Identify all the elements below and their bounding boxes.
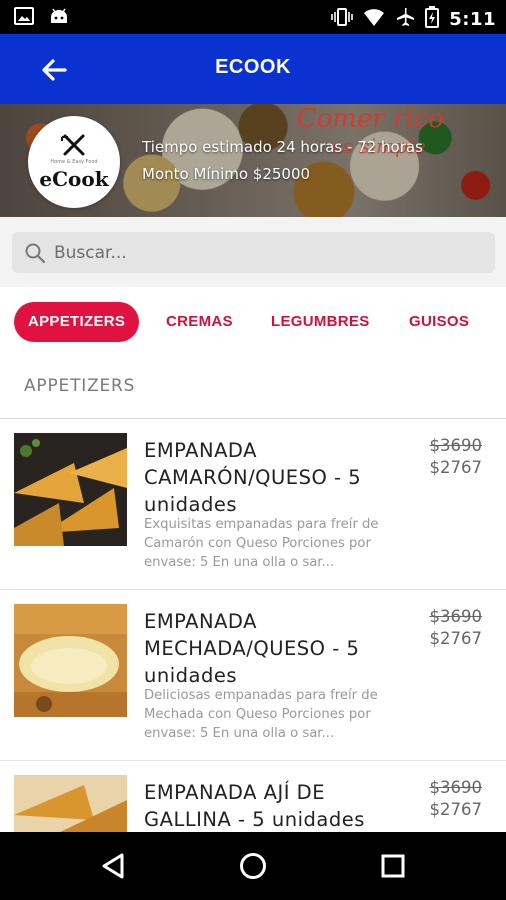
tab-cremas[interactable]: CREMAS [166, 302, 233, 342]
nav-recents-button[interactable] [377, 850, 409, 882]
home-circle-icon [240, 853, 266, 879]
page-title: ECOOK [215, 56, 291, 78]
image-icon [14, 7, 34, 29]
navigation-bar [0, 832, 506, 900]
category-tabs: APPETIZERS CREMAS LEGUMBRES GUISOS [0, 287, 506, 361]
logo-tagline: Home & Easy Food [50, 158, 98, 165]
estimated-time: Tiempo estimado 24 horas - 72 horas [142, 138, 423, 156]
status-bar: 5:11 [0, 0, 506, 34]
product-old-price: $3690 [429, 607, 483, 626]
tab-guisos[interactable]: GUISOS [409, 302, 469, 342]
airplane-icon [395, 7, 415, 31]
tab-appetizers[interactable]: APPETIZERS [14, 302, 140, 342]
product-old-price: $3690 [429, 436, 483, 455]
nav-back-button[interactable] [98, 850, 130, 882]
store-banner: Comer rico es simple Home & Easy Food eC… [0, 104, 506, 217]
search-input[interactable] [54, 232, 484, 273]
fork-knife-icon [61, 134, 85, 155]
tab-legumbres[interactable]: LEGUMBRES [271, 302, 370, 342]
minimum-amount: Monto Mínimo $25000 [142, 165, 311, 183]
vibrate-icon [331, 7, 354, 31]
app-bar: ECOOK [0, 34, 506, 104]
section-title: APPETIZERS [24, 376, 136, 396]
list-item[interactable]: EMPANADA MECHADA/QUESO - 5 unidades Deli… [0, 590, 506, 761]
banner-script-text: Comer rico [296, 104, 444, 134]
clock: 5:11 [449, 8, 496, 30]
product-name: EMPANADA MECHADA/QUESO - 5 unidades [144, 610, 360, 687]
product-price: $2767 [429, 800, 483, 819]
logo-text: eCook [39, 166, 109, 191]
product-description: Deliciosas empanadas para freír de Mecha… [144, 688, 378, 741]
product-name: EMPANADA CAMARÓN/QUESO - 5 unidades [144, 439, 362, 516]
wifi-icon [363, 7, 385, 31]
search-bar [0, 217, 506, 287]
android-icon [48, 7, 70, 29]
product-description: Exquisitas empanadas para freír de Camar… [144, 517, 379, 570]
battery-icon [425, 6, 440, 32]
product-price: $2767 [429, 458, 483, 477]
product-name: EMPANADA AJÍ DE GALLINA - 5 unidades [144, 781, 365, 831]
product-image [14, 604, 127, 717]
list-item[interactable]: EMPANADA CAMARÓN/QUESO - 5 unidades Exqu… [0, 419, 506, 590]
recents-square-icon [381, 854, 405, 878]
product-old-price: $3690 [429, 778, 483, 797]
back-triangle-icon [102, 853, 124, 879]
search-box[interactable] [12, 232, 495, 273]
search-icon [25, 243, 46, 264]
nav-home-button[interactable] [237, 850, 269, 882]
product-image [14, 433, 127, 546]
product-price: $2767 [429, 629, 483, 648]
store-logo: Home & Easy Food eCook [28, 116, 120, 208]
store-info: Tiempo estimado 24 horas - 72 horas Mont… [142, 134, 423, 188]
